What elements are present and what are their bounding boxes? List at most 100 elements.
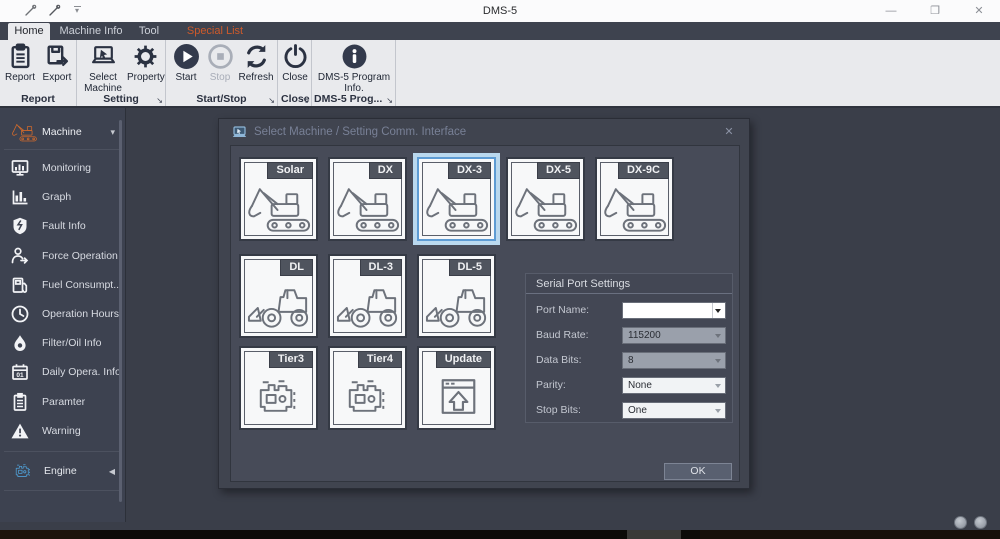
sidebar-item-filter-oil-info[interactable]: Filter/Oil Info (0, 328, 125, 357)
tab-special-list-mode[interactable]: Special List Mode (172, 23, 258, 40)
dialog-body: Solar DX DX-3 DX-5 (230, 145, 740, 482)
dms5-program-info-button[interactable]: DMS-5 Program Info. (314, 43, 394, 94)
sidebar-item-label: Warning (42, 425, 81, 437)
select-machine-icon (90, 43, 117, 70)
close-app-button[interactable]: Close (279, 43, 311, 83)
property-button-label: Property (127, 72, 165, 83)
refresh-icon (243, 43, 270, 70)
sidebar-item-graph[interactable]: Graph (0, 182, 125, 211)
sidebar-item-parameter[interactable]: Paramter (0, 387, 125, 416)
parity-label: Parity: (536, 379, 566, 391)
stop-icon (207, 43, 234, 70)
tile-label: DX-3 (448, 162, 491, 179)
dialog-close-icon[interactable]: ✕ (721, 124, 737, 140)
sidebar-item-label: Fuel Consumpt... (42, 279, 122, 291)
ribbon-group-report-label: Report (0, 93, 76, 105)
sidebar-item-label: Paramter (42, 396, 85, 408)
port-name-dropdown[interactable] (622, 302, 726, 319)
ok-button[interactable]: OK (664, 463, 732, 480)
sidebar-item-warning[interactable]: Warning (0, 416, 125, 445)
tile-label: DX (369, 162, 402, 179)
chevron-down-icon[interactable]: ▾ (110, 127, 115, 138)
sidebar-scrollbar[interactable] (119, 120, 122, 502)
sidebar-header-label: Machine (42, 126, 82, 138)
machine-tile-update[interactable]: Update (417, 346, 496, 430)
refresh-button[interactable]: Refresh (236, 43, 276, 83)
excavator-art (423, 179, 494, 237)
warning-triangle-icon (10, 421, 30, 441)
sidebar-section-engine[interactable]: Engine ◀ (0, 455, 125, 487)
close-app-button-label: Close (282, 72, 308, 83)
sidebar-item-label: Force Operation (42, 250, 118, 262)
dialog-launcher-icon[interactable]: ↘ (386, 96, 393, 105)
chevron-down-icon (715, 359, 721, 363)
machine-tile-dl3[interactable]: DL-3 (328, 254, 407, 338)
sidebar-item-label: Monitoring (42, 162, 91, 174)
info-icon (341, 43, 368, 70)
clipboard-list-icon (10, 392, 30, 412)
export-button[interactable]: Export (39, 43, 75, 83)
sidebar-item-operation-hours[interactable]: Operation Hours (0, 299, 125, 328)
tab-tool[interactable]: Tool (132, 23, 166, 40)
maximize-button[interactable]: ❐ (924, 0, 946, 22)
loader-art (245, 276, 316, 334)
refresh-button-label: Refresh (238, 72, 273, 83)
taskbar-segment (0, 530, 90, 539)
engine-art (245, 368, 316, 426)
chevron-down-icon (715, 384, 721, 388)
report-button[interactable]: Report (2, 43, 38, 83)
select-machine-button[interactable]: Select Machine (81, 43, 125, 94)
excavator-icon (10, 121, 40, 143)
dialog-launcher-icon[interactable]: ↘ (302, 96, 309, 105)
machine-tile-dx9c[interactable]: DX-9C (595, 157, 674, 241)
ribbon-group-dms5-program: DMS-5 Program Info. DMS-5 Prog... ↘ (312, 40, 396, 106)
status-indicator-dot (974, 516, 987, 529)
export-button-label: Export (43, 72, 72, 83)
machine-tile-dx3[interactable]: DX-3 (417, 157, 496, 241)
machine-tile-solar[interactable]: Solar (239, 157, 318, 241)
machine-tile-tier4[interactable]: Tier4 (328, 346, 407, 430)
laptop-icon (232, 126, 247, 139)
sidebar-separator (4, 149, 121, 150)
chevron-down-icon (715, 409, 721, 413)
serial-port-settings-group: Serial Port Settings Port Name: Baud Rat… (525, 273, 733, 423)
sidebar-item-daily-operation-info[interactable]: 01 Daily Opera. Info (0, 357, 125, 386)
select-machine-button-label: Select Machine (84, 72, 122, 94)
report-icon (7, 43, 34, 70)
machine-tile-dl[interactable]: DL (239, 254, 318, 338)
start-button[interactable]: Start (170, 43, 202, 83)
ribbon-group-report: Report Export Report (0, 40, 77, 106)
svg-text:01: 01 (16, 372, 24, 379)
sidebar-item-monitoring[interactable]: Monitoring (0, 153, 125, 182)
tab-home[interactable]: Home (8, 23, 50, 40)
machine-tile-dx[interactable]: DX (328, 157, 407, 241)
tab-machine-info[interactable]: Machine Info (55, 23, 127, 40)
report-button-label: Report (5, 72, 35, 83)
machine-tile-dx5[interactable]: DX-5 (506, 157, 585, 241)
ribbon-group-start-stop-label: Start/Stop (166, 93, 277, 105)
sidebar-item-fuel-consumption[interactable]: Fuel Consumpt... (0, 270, 125, 299)
collapse-left-icon[interactable]: ◀ (109, 467, 115, 476)
stop-bits-label: Stop Bits: (536, 404, 581, 416)
baud-rate-label: Baud Rate: (536, 329, 589, 341)
parity-dropdown: None (622, 377, 726, 394)
minimize-button[interactable]: — (880, 0, 902, 22)
dialog-launcher-icon[interactable]: ↘ (268, 96, 275, 105)
excavator-art (512, 179, 583, 237)
machine-tile-tier3[interactable]: Tier3 (239, 346, 318, 430)
ribbon-group-dms5-label: DMS-5 Prog... (312, 93, 395, 105)
machine-tile-dl5[interactable]: DL-5 (417, 254, 496, 338)
dialog-launcher-icon[interactable]: ↘ (156, 96, 163, 105)
sidebar-header-machine[interactable]: Machine ▾ (0, 116, 125, 148)
gear-icon (132, 43, 159, 70)
stop-button: Stop (204, 43, 236, 83)
serial-settings-title: Serial Port Settings (526, 274, 732, 294)
property-button[interactable]: Property (127, 43, 163, 83)
sidebar-item-fault-info[interactable]: Fault Info (0, 211, 125, 240)
parity-value: None (628, 380, 652, 391)
ribbon-group-setting: Select Machine Property Setting ↘ (77, 40, 166, 106)
engine-art (334, 368, 405, 426)
sidebar-item-force-operation[interactable]: Force Operation (0, 241, 125, 270)
close-button[interactable]: ✕ (968, 0, 990, 22)
data-bits-value: 8 (628, 355, 634, 366)
